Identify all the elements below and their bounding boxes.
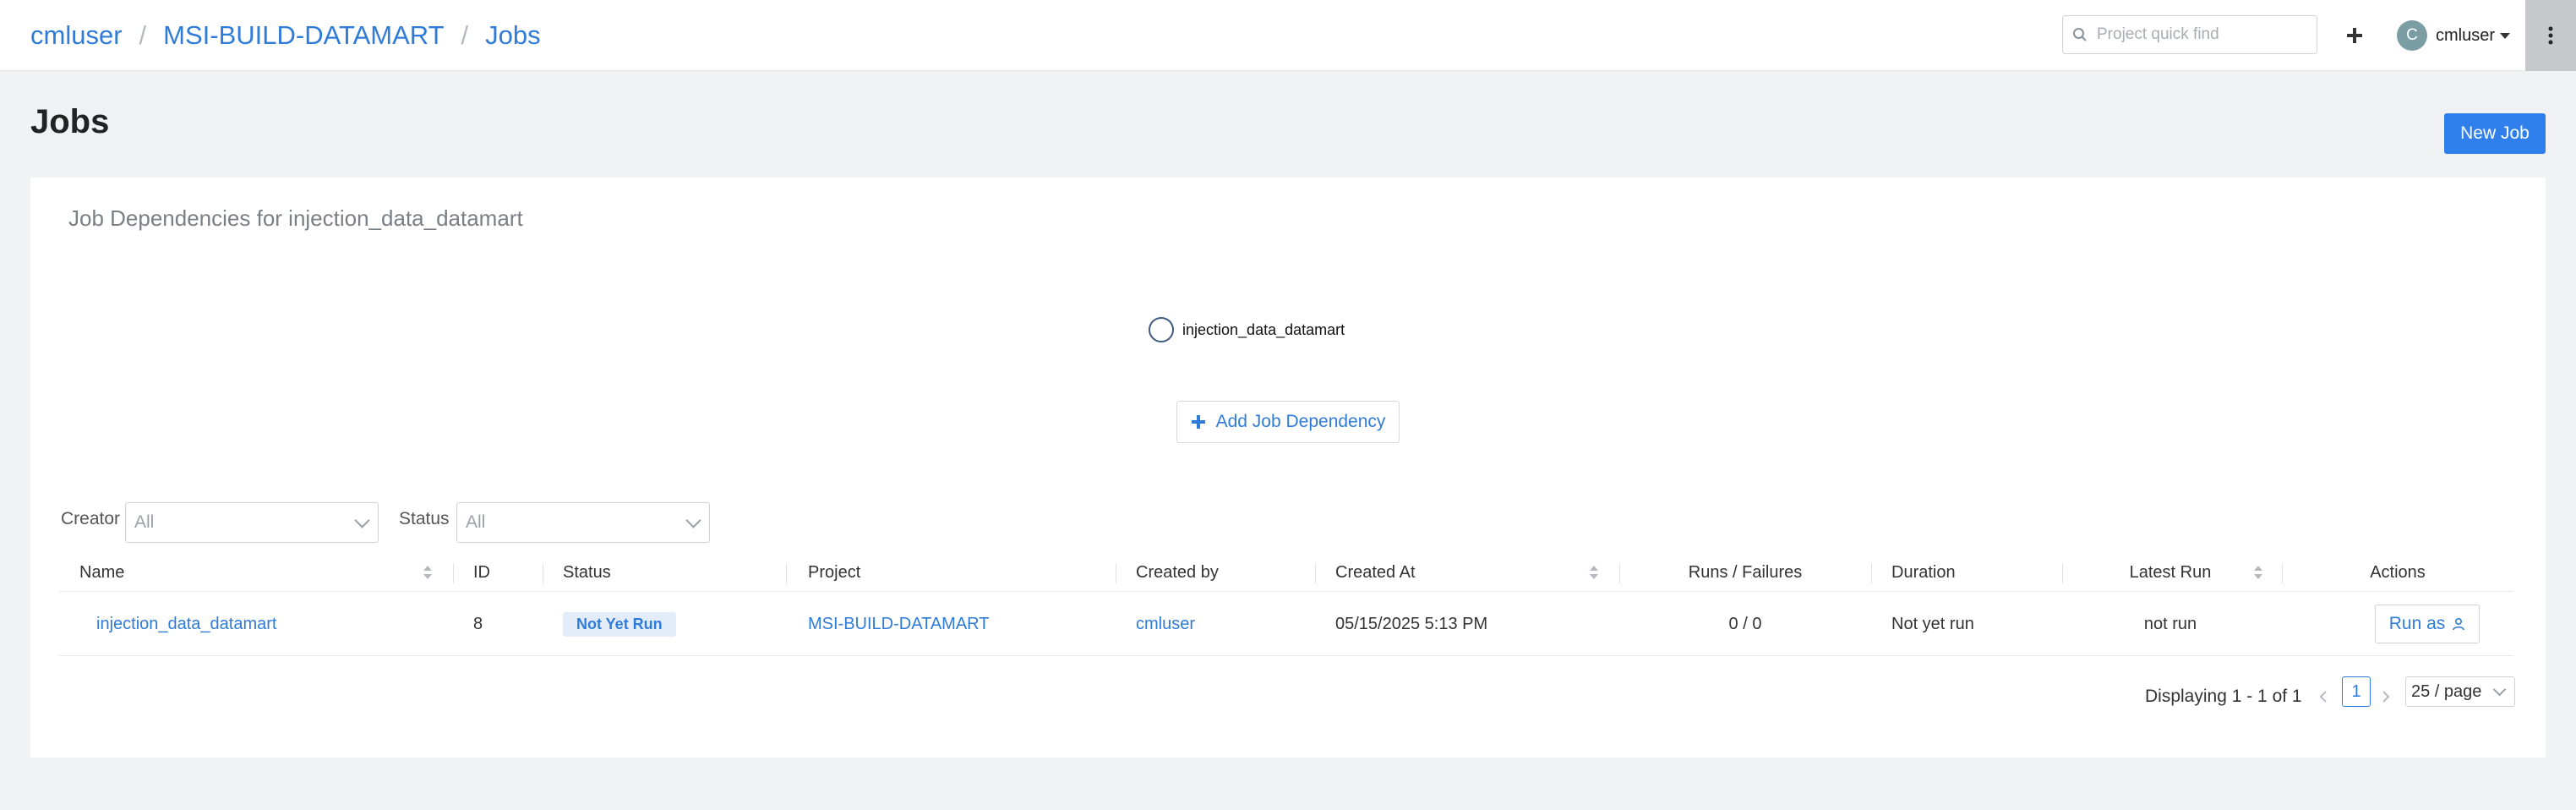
- breadcrumb-jobs[interactable]: Jobs: [485, 19, 540, 52]
- column-header-project: Project: [808, 562, 861, 582]
- column-header-name[interactable]: Name: [79, 553, 124, 592]
- user-icon: [2453, 617, 2465, 631]
- column-header-id: ID: [473, 562, 490, 582]
- pagination-summary: Displaying 1 - 1 of 1: [2145, 687, 2302, 706]
- project-link[interactable]: MSI-BUILD-DATAMART: [808, 615, 989, 634]
- job-latest-run-cell: not run: [2143, 614, 2197, 633]
- node-label: injection_data_datamart: [1182, 320, 1345, 338]
- creator-filter-select[interactable]: All: [125, 502, 379, 543]
- add-job-dependency-label: Add Job Dependency: [1215, 412, 1386, 431]
- job-id-cell: 8: [473, 614, 483, 633]
- job-runs-failures-cell: 0 / 0: [1728, 614, 1762, 633]
- creator-link[interactable]: cmluser: [1136, 615, 1195, 634]
- chevron-right-icon[interactable]: [2377, 681, 2394, 712]
- job-created-by-cell: cmluser: [1136, 592, 1195, 656]
- job-project-cell: MSI-BUILD-DATAMART: [808, 592, 989, 656]
- column-header-latest-run[interactable]: Latest Run: [2062, 553, 2279, 592]
- dependency-graph-node[interactable]: injection_data_datamart: [1149, 317, 1345, 342]
- run-as-label: Run as: [2388, 614, 2446, 633]
- add-job-dependency-button[interactable]: Add Job Dependency: [1176, 401, 1400, 443]
- job-name-cell: injection_data_datamart: [96, 592, 276, 656]
- plus-icon: [1191, 409, 1206, 435]
- column-divider: [453, 563, 454, 583]
- avatar: C: [2397, 20, 2427, 51]
- run-as-button[interactable]: Run as: [2375, 605, 2480, 643]
- sort-icon[interactable]: [1589, 565, 1599, 582]
- caret-down-icon: [2500, 32, 2511, 39]
- table-row: injection_data_datamart 8 Not Yet Run MS…: [59, 592, 2513, 656]
- chevron-down-icon: [354, 512, 370, 528]
- breadcrumb-separator: /: [139, 20, 147, 50]
- dependencies-title: Job Dependencies for injection_data_data…: [68, 205, 523, 231]
- job-created-at-cell: 05/15/2025 5:13 PM: [1335, 614, 1488, 633]
- job-duration-cell: Not yet run: [1891, 614, 1974, 633]
- breadcrumb: cmluser / MSI-BUILD-DATAMART / Jobs: [30, 19, 541, 52]
- column-header-duration: Duration: [1891, 562, 1956, 582]
- page-title: Jobs: [30, 103, 110, 140]
- column-divider: [1871, 563, 1872, 583]
- project-quick-find: [2062, 15, 2317, 54]
- column-header-created-by: Created by: [1136, 562, 1219, 582]
- page-number-button[interactable]: 1: [2342, 676, 2371, 707]
- breadcrumb-user[interactable]: cmluser: [30, 19, 123, 52]
- breadcrumb-project[interactable]: MSI-BUILD-DATAMART: [163, 19, 444, 52]
- status-filter-select[interactable]: All: [456, 502, 710, 543]
- chevron-down-icon: [2492, 682, 2507, 697]
- new-job-button[interactable]: New Job: [2444, 113, 2546, 154]
- sort-icon[interactable]: [2253, 565, 2263, 582]
- jobs-table-header: Name ID Status Project Created by Create…: [59, 553, 2513, 592]
- sort-icon[interactable]: [423, 565, 433, 582]
- search-input[interactable]: [2097, 25, 2308, 44]
- jobs-panel: Job Dependencies for injection_data_data…: [30, 178, 2546, 758]
- creator-filter-value: All: [134, 512, 155, 532]
- node-circle-icon: [1149, 317, 1174, 342]
- plus-icon[interactable]: [2341, 19, 2368, 52]
- column-header-status: Status: [563, 562, 611, 582]
- user-menu[interactable]: C cmluser: [2397, 19, 2511, 52]
- column-header-actions: Actions: [2370, 562, 2426, 582]
- page-size-select[interactable]: 25 / page: [2405, 676, 2515, 707]
- status-badge: Not Yet Run: [563, 611, 676, 637]
- search-icon: [2063, 27, 2097, 42]
- status-filter-value: All: [466, 512, 486, 532]
- status-filter-label: Status: [399, 509, 450, 528]
- creator-filter-label: Creator: [61, 509, 121, 528]
- column-header-created-at[interactable]: Created At: [1335, 553, 1416, 592]
- job-status-cell: Not Yet Run: [563, 592, 676, 656]
- job-name-link[interactable]: injection_data_datamart: [96, 615, 276, 634]
- breadcrumb-separator: /: [461, 20, 469, 50]
- column-divider: [1315, 563, 1316, 583]
- chevron-left-icon[interactable]: [2315, 681, 2332, 712]
- chevron-down-icon: [685, 512, 701, 528]
- user-name: cmluser: [2436, 25, 2496, 45]
- kebab-menu-icon[interactable]: [2525, 0, 2576, 71]
- column-divider: [786, 563, 787, 583]
- top-header: cmluser / MSI-BUILD-DATAMART / Jobs C cm…: [0, 0, 2576, 71]
- page-size-value: 25 / page: [2411, 681, 2482, 701]
- column-header-runs-failures: Runs / Failures: [1688, 562, 1803, 582]
